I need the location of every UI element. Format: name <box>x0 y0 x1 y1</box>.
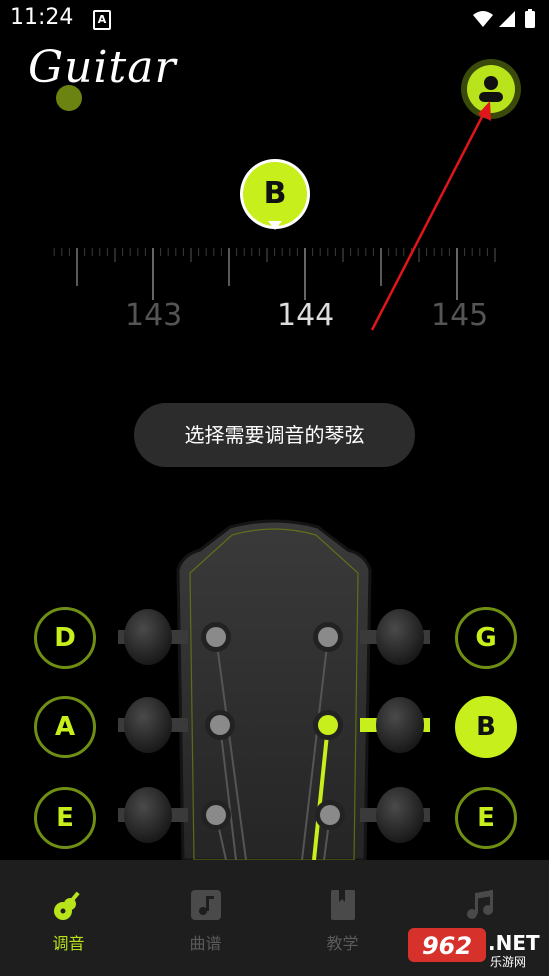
watermark-logo: 962 .NET 乐游网 <box>408 926 543 969</box>
svg-text:乐游网: 乐游网 <box>490 955 526 968</box>
string-button-d[interactable]: D <box>34 607 96 669</box>
string-button-b[interactable]: B <box>455 696 517 758</box>
music-notes-icon <box>466 890 493 919</box>
music-note-icon <box>190 890 221 920</box>
scale-label-center: 144 <box>277 298 335 333</box>
wifi-icon <box>473 11 493 27</box>
current-note-indicator: B <box>243 162 307 226</box>
note-pointer <box>268 221 282 230</box>
string-button-low-e[interactable]: E <box>34 787 96 849</box>
tab-sheet-music[interactable]: 曲谱 <box>137 860 274 976</box>
select-string-hint: 选择需要调音的琴弦 <box>134 403 415 467</box>
tab-sheet-music-label: 曲谱 <box>189 934 222 953</box>
tab-tuning-label: 调音 <box>52 934 85 953</box>
svg-text:962: 962 <box>422 932 472 960</box>
signal-icon <box>499 11 515 27</box>
watermark-graphic: 962 .NET 乐游网 <box>408 928 540 969</box>
app-logo: Guitar <box>28 42 177 93</box>
battery-icon <box>525 11 535 28</box>
scale-label-left: 143 <box>125 298 183 333</box>
string-button-high-e[interactable]: E <box>455 787 517 849</box>
tab-lessons-label: 教学 <box>326 934 359 953</box>
annotation-arrow <box>370 101 491 331</box>
string-button-a[interactable]: A <box>34 696 96 758</box>
status-icons <box>473 9 535 28</box>
tab-tuning[interactable]: 调音 <box>0 860 137 976</box>
svg-text:.NET: .NET <box>488 931 540 955</box>
status-bar: 11:24 A <box>0 0 549 36</box>
book-icon <box>330 890 355 920</box>
tab-lessons[interactable]: 教学 <box>274 860 411 976</box>
guitar-icon <box>53 891 80 920</box>
notification-icon: A <box>93 10 111 30</box>
status-time: 11:24 <box>10 5 74 30</box>
string-button-g[interactable]: G <box>455 607 517 669</box>
